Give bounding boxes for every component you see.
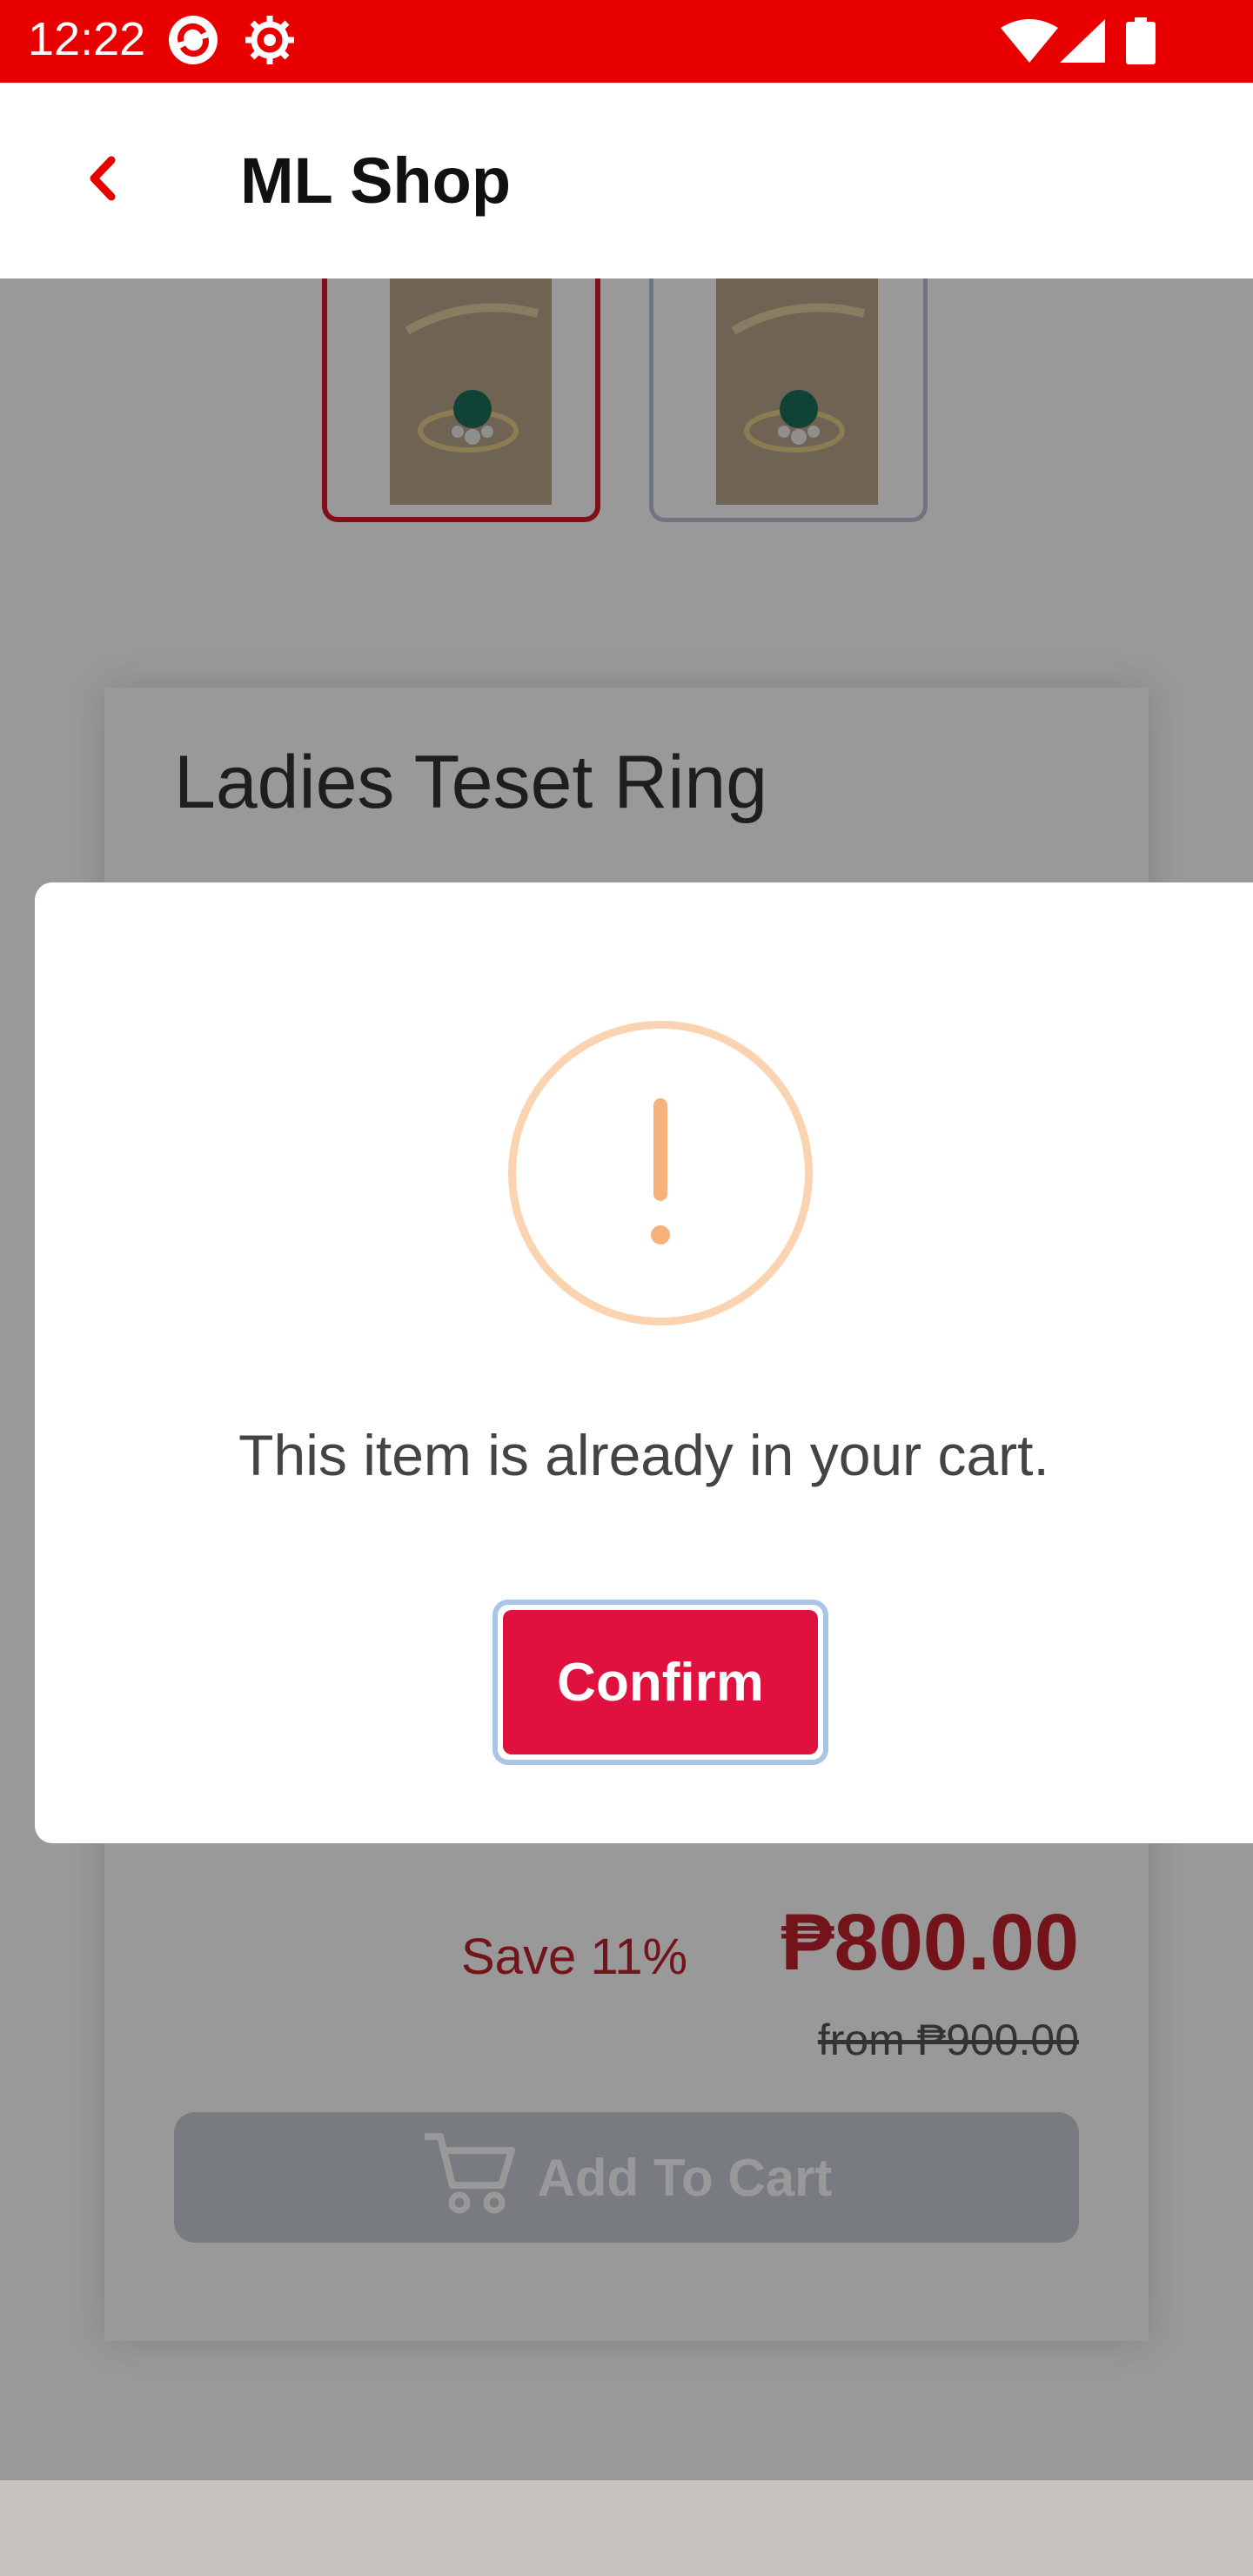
settings-gear-icon xyxy=(242,12,298,72)
cellular-signal-icon xyxy=(1060,19,1105,67)
back-arrow-icon[interactable] xyxy=(78,148,131,209)
battery-icon xyxy=(1126,17,1156,69)
wifi-icon xyxy=(1001,19,1058,67)
bottom-strip xyxy=(0,2480,1253,2576)
app-notification-icon xyxy=(165,12,221,72)
status-bar: 12:22 xyxy=(0,0,1253,83)
alert-dialog: This item is already in your cart. Confi… xyxy=(35,882,1253,1843)
confirm-button-label: Confirm xyxy=(503,1610,818,1754)
app-bar: ML Shop xyxy=(0,83,1253,278)
confirm-button[interactable]: Confirm xyxy=(492,1600,828,1765)
page-title: ML Shop xyxy=(240,144,512,217)
status-time: 12:22 xyxy=(28,13,146,65)
warning-exclamation-icon xyxy=(508,1021,813,1325)
dialog-message: This item is already in your cart. xyxy=(238,1423,1049,1487)
